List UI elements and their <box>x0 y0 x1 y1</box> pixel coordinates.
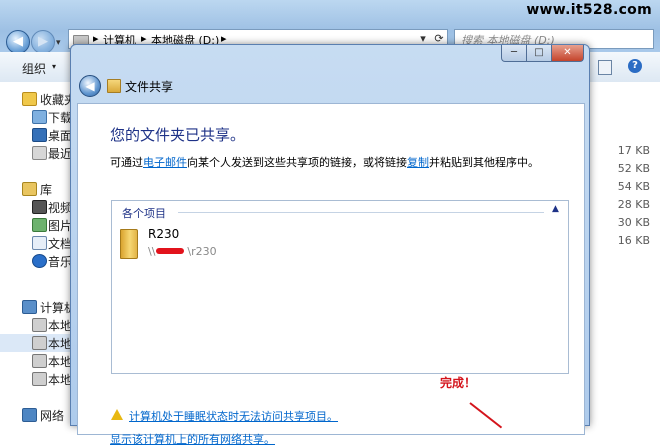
copy-link[interactable]: 复制 <box>407 156 429 169</box>
sidebar-item-downloads[interactable]: 下载 <box>0 108 75 126</box>
forward-button[interactable]: ▶ <box>31 30 55 54</box>
network-icon <box>22 408 37 422</box>
instructions-text: 并粘贴到其他程序中。 <box>429 156 539 169</box>
documents-icon <box>32 236 47 250</box>
back-button[interactable]: ◀ <box>6 30 30 54</box>
file-size: 54 KB <box>617 180 650 193</box>
file-size: 30 KB <box>617 216 650 229</box>
organize-dropdown-icon[interactable]: ▾ <box>52 62 56 71</box>
sleep-warning-link[interactable]: 计算机处于睡眠状态时无法访问共享项目。 <box>129 408 338 424</box>
organize-button[interactable]: 组织 <box>22 60 46 77</box>
shared-item-name[interactable]: R230 <box>148 227 179 241</box>
sidebar-item-documents[interactable]: 文档 <box>0 234 75 252</box>
sidebar-item-local-disk[interactable]: 本地 <box>0 316 75 334</box>
share-instructions: 可通过电子邮件向某个人发送到这些共享项的链接，或将链接复制并粘贴到其他程序中。 <box>110 154 539 170</box>
sidebar-item-recent[interactable]: 最近 <box>0 144 75 162</box>
sidebar-item-pictures[interactable]: 图片 <box>0 216 75 234</box>
navigation-pane: 收藏夹 下载 桌面 最近 库 视频 图片 文档 音乐 计算机 本地 本地 本地 … <box>0 82 76 423</box>
instructions-text: 向某个人发送到这些共享项的链接，或将链接 <box>187 156 407 169</box>
pictures-icon <box>32 218 47 232</box>
sidebar-item-local-disk-selected[interactable]: 本地 <box>0 334 75 352</box>
file-size: 28 KB <box>617 198 650 211</box>
redaction-mark <box>156 248 184 254</box>
dialog-title: 文件共享 <box>125 80 174 94</box>
file-size: 52 KB <box>617 162 650 175</box>
sidebar-computer[interactable]: 计算机 <box>0 298 76 316</box>
file-size: 17 KB <box>617 144 650 157</box>
drive-icon <box>32 318 47 332</box>
sidebar-favorites[interactable]: 收藏夹 <box>0 90 76 108</box>
instructions-text: 可通过 <box>110 156 143 169</box>
folder-icon <box>120 229 138 259</box>
file-list: 17 KB 52 KB 54 KB 28 KB 30 KB 16 KB <box>580 82 660 419</box>
computer-icon <box>22 300 37 314</box>
recent-places-icon <box>32 146 47 160</box>
close-button[interactable]: ✕ <box>551 45 584 62</box>
done-annotation: 完成！ <box>440 376 477 390</box>
collapse-chevron-icon[interactable]: ▲ <box>552 204 559 214</box>
dialog-back-button[interactable]: ◀ <box>79 75 101 97</box>
panel-header: 各个项目 <box>122 207 166 220</box>
sidebar-item-videos[interactable]: 视频 <box>0 198 75 216</box>
help-icon[interactable]: ? <box>628 59 642 73</box>
recent-pages-dropdown[interactable]: ▾ <box>56 38 61 48</box>
maximize-button[interactable]: □ <box>526 45 552 62</box>
star-icon <box>22 92 37 106</box>
panel-divider <box>178 212 544 213</box>
music-icon <box>32 254 47 268</box>
watermark: www.it528.com <box>526 2 652 18</box>
path-suffix: \r230 <box>187 245 217 258</box>
drive-icon <box>32 336 47 350</box>
sidebar-item-local-disk[interactable]: 本地 <box>0 370 75 388</box>
show-all-shares-link[interactable]: 显示该计算机上的所有网络共享。 <box>110 431 275 447</box>
drive-icon <box>32 372 47 386</box>
file-size: 16 KB <box>617 234 650 247</box>
shared-items-panel: 各个项目 ▲ R230 \\ \r230 <box>111 200 569 374</box>
email-link[interactable]: 电子邮件 <box>143 156 187 169</box>
drive-icon <box>32 354 47 368</box>
sidebar-libraries[interactable]: 库 <box>0 180 75 198</box>
minimize-button[interactable]: ─ <box>501 45 527 62</box>
shared-heading: 您的文件夹已共享。 <box>110 126 246 144</box>
sidebar-item-local-disk[interactable]: 本地 <box>0 352 75 370</box>
sidebar-network[interactable]: 网络 <box>0 406 75 424</box>
library-icon <box>22 182 37 196</box>
desktop-icon <box>32 128 47 142</box>
video-icon <box>32 200 47 214</box>
file-sharing-icon <box>107 79 121 93</box>
download-folder-icon <box>32 110 47 124</box>
sidebar-item-music[interactable]: 音乐 <box>0 252 75 270</box>
path-prefix: \\ <box>148 245 156 258</box>
file-sharing-dialog: ─ □ ✕ ◀ 文件共享 您的文件夹已共享。 可通过电子邮件向某个人发送到这些共… <box>70 44 590 446</box>
preview-pane-icon[interactable] <box>598 60 612 75</box>
warning-icon <box>111 409 123 420</box>
dialog-content: 您的文件夹已共享。 可通过电子邮件向某个人发送到这些共享项的链接，或将链接复制并… <box>77 103 585 446</box>
sidebar-item-desktop[interactable]: 桌面 <box>0 126 75 144</box>
